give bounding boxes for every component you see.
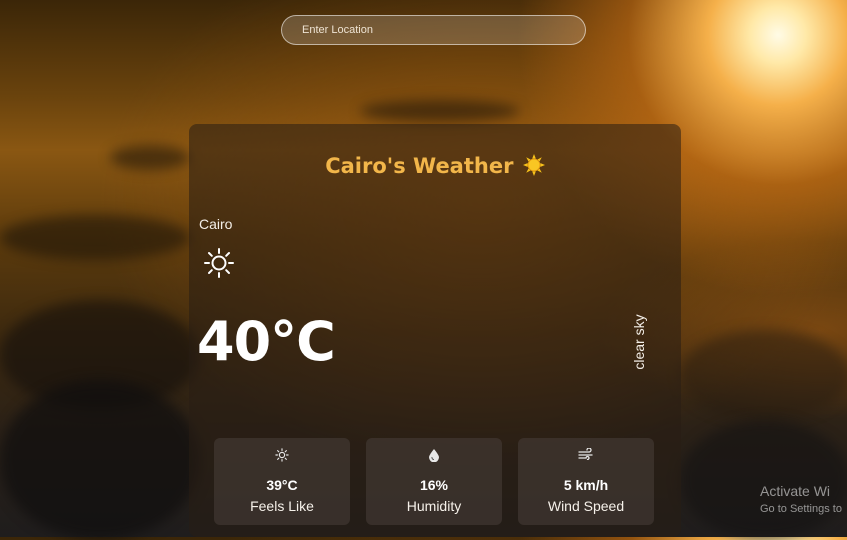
background-cloud: [0, 215, 190, 260]
wind-speed-card: 5 km/h Wind Speed: [518, 438, 654, 525]
watermark-line-2: Go to Settings to: [760, 503, 842, 515]
feels-like-value: 39°C: [266, 477, 298, 493]
droplet-icon: [429, 449, 439, 462]
feels-like-label: Feels Like: [250, 498, 314, 514]
humidity-label: Humidity: [406, 498, 462, 514]
location-search-input[interactable]: [281, 15, 586, 45]
sun-icon: [275, 448, 289, 462]
feels-like-card: 39°C Feels Like: [214, 438, 350, 525]
background-cloud: [360, 100, 520, 122]
city-name: Cairo: [199, 216, 233, 232]
humidity-card: 16% Humidity: [366, 438, 502, 525]
background-cloud: [680, 330, 847, 420]
wind-speed-value: 5 km/h: [563, 477, 609, 493]
weather-description: clear sky: [631, 314, 647, 370]
background-cloud: [680, 420, 847, 540]
sun-emoji-icon: [522, 154, 545, 176]
background-cloud: [110, 145, 190, 170]
wind-icon: [578, 448, 593, 460]
weather-title: Cairo's Weather: [189, 154, 681, 178]
watermark-line-1: Activate Wi: [760, 483, 831, 499]
humidity-value: 16%: [419, 477, 449, 493]
background-cloud: [0, 380, 200, 540]
temperature: 40°C: [197, 310, 336, 373]
weather-card: Cairo's Weather Cairo 40°C clear sky 39°…: [189, 124, 681, 537]
activate-windows-watermark: Activate Wi Go to Settings to: [760, 483, 842, 515]
sun-icon: [204, 248, 234, 278]
weather-title-text: Cairo's Weather: [325, 154, 514, 178]
wind-speed-label: Wind Speed: [547, 498, 625, 514]
